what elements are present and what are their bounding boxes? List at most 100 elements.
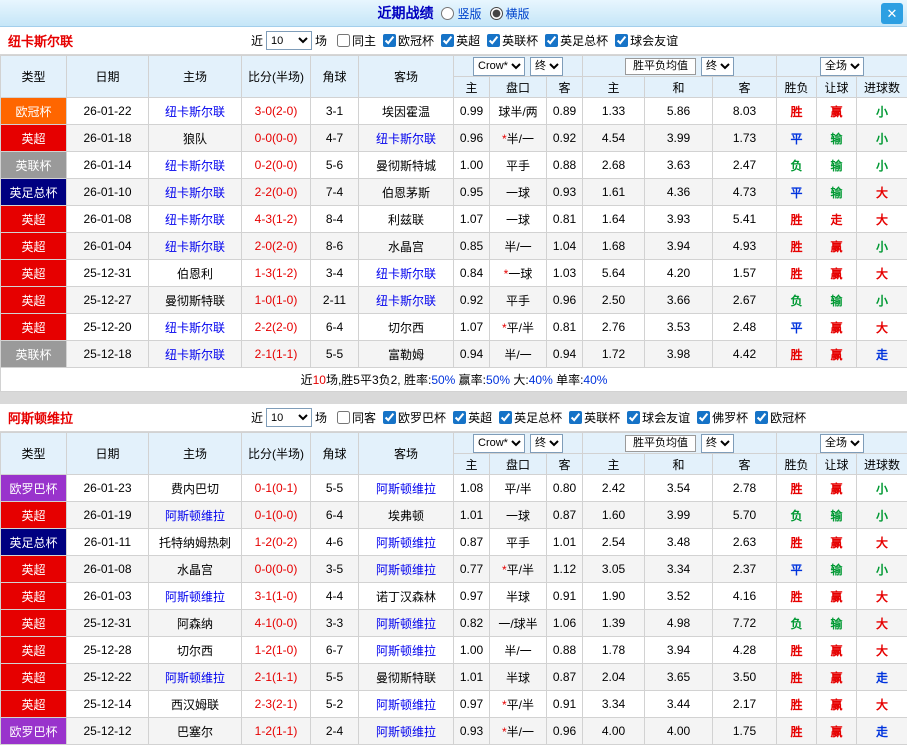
league-filter[interactable]: 佛罗杯 — [697, 409, 748, 426]
handicap: *平/半 — [489, 555, 547, 583]
avg-lose: 4.93 — [712, 232, 778, 260]
corner-score: 5-5 — [310, 340, 359, 368]
vertical-layout-radio[interactable] — [441, 6, 455, 20]
home-team[interactable]: 纽卡斯尔联 — [148, 151, 242, 179]
match-score: 1-2(1-0) — [241, 636, 311, 664]
corner-score: 7-4 — [310, 178, 359, 206]
home-team[interactable]: 纽卡斯尔联 — [148, 205, 242, 233]
horizontal-layout-radio[interactable] — [489, 6, 503, 20]
away-team[interactable]: 纽卡斯尔联 — [358, 286, 454, 314]
odds-final-select[interactable]: 终 — [530, 56, 563, 76]
league-filter[interactable]: 英足总杯 — [545, 32, 608, 49]
avg-final-select[interactable]: 终 — [701, 56, 735, 76]
match-count-select[interactable]: 10 — [266, 31, 313, 50]
home-team[interactable]: 阿斯顿维拉 — [148, 582, 242, 610]
match-row: 英超 25-12-22 阿斯顿维拉 2-1(1-1) 5-5 曼彻斯特联 1.01 半球 0.8… — [0, 663, 907, 691]
summary-segment: 50% — [486, 373, 511, 387]
avg-odds-button[interactable]: 胜平负均值 — [625, 434, 697, 452]
team-name: 纽卡斯尔联 — [8, 34, 74, 49]
avg-win: 2.76 — [582, 313, 646, 341]
league-checkbox[interactable] — [383, 411, 397, 424]
league-checkbox[interactable] — [383, 34, 397, 47]
home-team[interactable]: 纽卡斯尔联 — [148, 178, 242, 206]
league-checkbox[interactable] — [569, 411, 583, 424]
handicap-star: * — [501, 724, 507, 739]
league-badge: 英足总杯 — [0, 528, 67, 556]
league-checkbox[interactable] — [755, 411, 769, 424]
league-checkbox[interactable] — [545, 34, 559, 47]
odds-source-select[interactable]: Crow* — [473, 56, 525, 76]
league-checkbox[interactable] — [627, 411, 641, 424]
avg-draw: 3.54 — [644, 474, 714, 502]
layout-option-vertical[interactable]: 竖版 — [441, 5, 482, 22]
avg-odds-button[interactable]: 胜平负均值 — [625, 57, 697, 75]
handicap: 半/一 — [489, 232, 547, 260]
away-team: 切尔西 — [358, 313, 454, 341]
avg-draw: 3.93 — [644, 205, 714, 233]
avg-final-select[interactable]: 终 — [701, 433, 735, 453]
handicap-result-cell: 赢 — [816, 717, 858, 745]
same-venue-filter[interactable]: 同主 — [337, 32, 376, 49]
away-team[interactable]: 阿斯顿维拉 — [358, 528, 454, 556]
result-cell: 平 — [776, 124, 818, 152]
away-team[interactable]: 阿斯顿维拉 — [358, 690, 454, 718]
match-score: 2-0(2-0) — [241, 232, 311, 260]
same-venue-checkbox[interactable] — [337, 34, 351, 47]
same-venue-filter[interactable]: 同客 — [337, 409, 376, 426]
league-checkbox[interactable] — [453, 411, 467, 424]
home-team[interactable]: 阿斯顿维拉 — [148, 501, 242, 529]
league-filter[interactable]: 英超 — [453, 409, 492, 426]
league-filter[interactable]: 球会友谊 — [615, 32, 678, 49]
league-filter[interactable]: 英联杯 — [487, 32, 538, 49]
league-filter[interactable]: 欧冠杯 — [383, 32, 434, 49]
goals-result-cell: 大 — [856, 178, 907, 206]
odds-final-select[interactable]: 终 — [530, 433, 563, 453]
col-header-type: 类型 — [0, 432, 67, 475]
league-filter[interactable]: 英超 — [441, 32, 480, 49]
same-venue-checkbox[interactable] — [337, 411, 351, 424]
away-team[interactable]: 阿斯顿维拉 — [358, 609, 454, 637]
away-team[interactable]: 阿斯顿维拉 — [358, 717, 454, 745]
match-count-select[interactable]: 10 — [266, 408, 313, 427]
league-filter[interactable]: 球会友谊 — [627, 409, 690, 426]
scope-select[interactable]: 全场 — [820, 433, 865, 453]
league-checkbox[interactable] — [499, 411, 513, 424]
league-checkbox[interactable] — [441, 34, 455, 47]
layout-option-horizontal[interactable]: 横版 — [489, 5, 530, 22]
odds-away: 0.96 — [545, 717, 584, 745]
handicap-result-cell: 赢 — [816, 690, 858, 718]
home-team[interactable]: 纽卡斯尔联 — [148, 97, 242, 125]
odds-source-select[interactable]: Crow* — [473, 433, 525, 453]
league-filter[interactable]: 英足总杯 — [499, 409, 562, 426]
home-team[interactable]: 阿斯顿维拉 — [148, 663, 242, 691]
league-filter[interactable]: 英联杯 — [569, 409, 620, 426]
away-team[interactable]: 阿斯顿维拉 — [358, 474, 454, 502]
matches-table: 类型 日期 主场 比分(半场) 角球 客场 Crow* 终胜平负均值终全场主盘口客主和客胜负让… — [0, 55, 907, 392]
home-team[interactable]: 纽卡斯尔联 — [148, 340, 242, 368]
odds-away: 0.91 — [545, 690, 584, 718]
avg-lose: 4.16 — [712, 582, 778, 610]
match-score: 2-1(1-1) — [241, 340, 311, 368]
league-filter[interactable]: 欧冠杯 — [755, 409, 806, 426]
away-team[interactable]: 纽卡斯尔联 — [358, 259, 454, 287]
home-team[interactable]: 纽卡斯尔联 — [148, 313, 242, 341]
away-team[interactable]: 阿斯顿维拉 — [358, 636, 454, 664]
league-checkbox[interactable] — [487, 34, 501, 47]
scope-select[interactable]: 全场 — [820, 56, 865, 76]
home-team[interactable]: 纽卡斯尔联 — [148, 232, 242, 260]
odds-away: 0.91 — [545, 582, 584, 610]
col-header-corner: 角球 — [310, 432, 359, 475]
away-team[interactable]: 纽卡斯尔联 — [358, 124, 454, 152]
match-row: 欧罗巴杯 25-12-12 巴塞尔 1-2(1-1) 2-4 阿斯顿维拉 0.93 *半/一 0… — [0, 717, 907, 745]
corner-score: 5-5 — [310, 474, 359, 502]
handicap: 一球 — [489, 501, 547, 529]
avg-draw: 4.36 — [644, 178, 714, 206]
league-checkbox[interactable] — [697, 411, 711, 424]
home-team: 狼队 — [148, 124, 242, 152]
away-team[interactable]: 阿斯顿维拉 — [358, 555, 454, 583]
league-checkbox[interactable] — [615, 34, 629, 47]
avg-draw: 4.98 — [644, 609, 714, 637]
league-filter[interactable]: 欧罗巴杯 — [383, 409, 446, 426]
close-button[interactable]: ✕ — [881, 3, 903, 24]
corner-score: 8-6 — [310, 232, 359, 260]
